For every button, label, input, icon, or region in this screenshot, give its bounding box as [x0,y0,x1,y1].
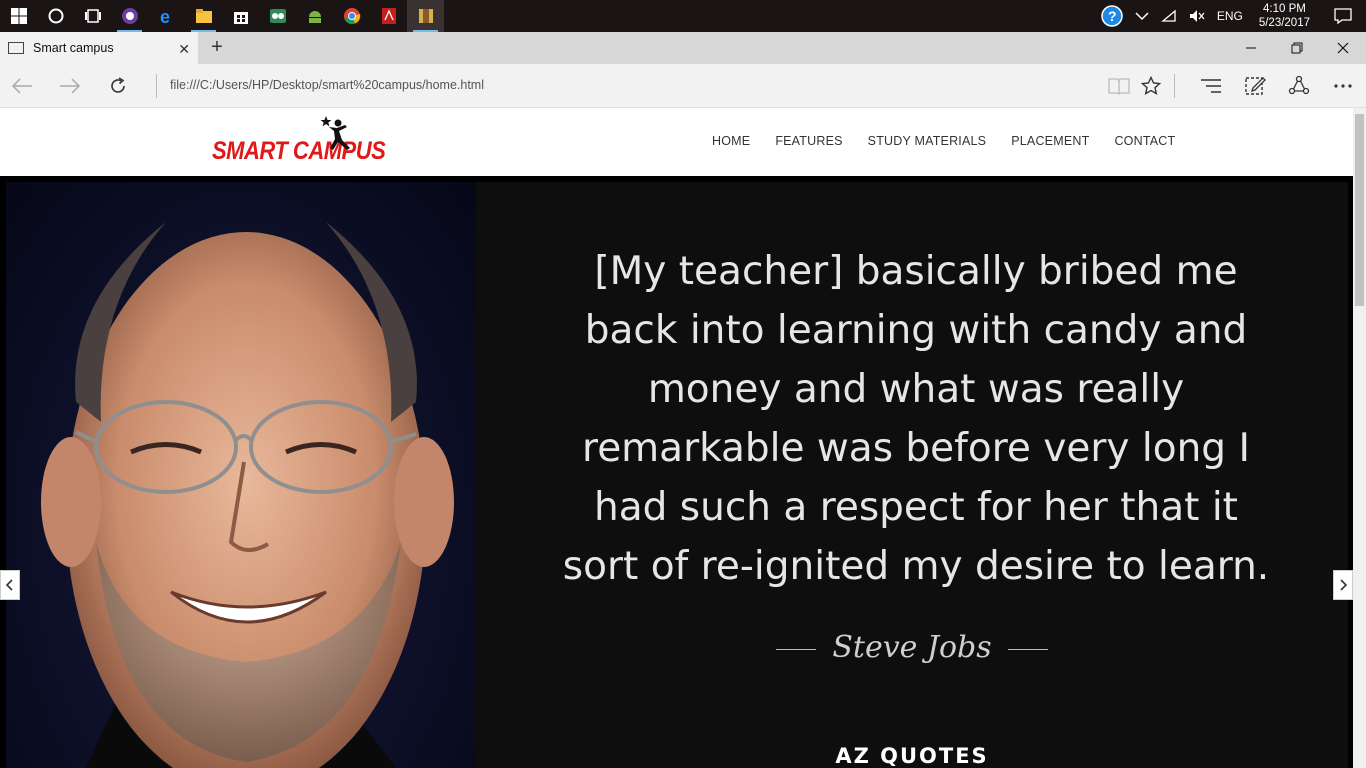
separator [1174,74,1175,98]
portrait-image [6,182,476,768]
share-icon[interactable] [1286,74,1312,98]
quote-line: remarkable was before very long I [582,426,1250,471]
language-indicator[interactable]: ENG [1211,0,1249,32]
quote-slide: [My teacher] basically bribed me back in… [6,182,1348,768]
site-header: SMART CAMPUS HOME FEATURES STUDY MATERIA… [0,108,1353,176]
menu-study-materials[interactable]: STUDY MATERIALS [868,134,987,148]
chevron-up-icon[interactable] [1129,0,1155,32]
chrome-icon[interactable] [333,0,370,32]
quote-author: Steve Jobs [476,630,1348,665]
file-explorer-icon[interactable] [185,0,222,32]
forward-icon[interactable] [58,74,82,98]
svg-text:?: ? [1108,8,1117,24]
logo-figure-icon [320,116,350,150]
svg-text:e: e [160,7,170,25]
favorite-star-icon[interactable] [1138,74,1164,98]
quote-line: money and what was really [647,367,1185,412]
help-icon[interactable]: ? [1095,0,1129,32]
close-window-button[interactable] [1320,32,1366,64]
portrait-illustration [41,222,454,768]
author-name: Steve Jobs [832,630,992,665]
tab-title: Smart campus [33,41,114,55]
refresh-icon[interactable] [106,74,130,98]
acrobat-icon[interactable] [370,0,407,32]
winrar-icon[interactable] [407,0,444,32]
hub-icon[interactable] [1198,74,1224,98]
tab-smart-campus[interactable]: Smart campus ✕ [0,32,198,64]
hero-slider: [My teacher] basically bribed me back in… [0,176,1353,768]
action-center-icon[interactable] [1320,0,1366,32]
system-tray: ? ENG 4:10 PM 5/23/2017 [1095,0,1366,32]
clock-time: 4:10 PM [1263,3,1306,15]
quote-line: had such a respect for her that it [594,485,1238,530]
reading-view-icon[interactable] [1106,74,1132,98]
android-icon[interactable] [296,0,333,32]
slider-prev-button[interactable] [0,570,20,600]
address-bar: file:///C:/Users/HP/Desktop/smart%20camp… [0,64,1366,108]
minimize-button[interactable] [1228,32,1274,64]
volume-muted-icon[interactable] [1183,0,1211,32]
menu-contact[interactable]: CONTACT [1114,134,1175,148]
site-logo[interactable]: SMART CAMPUS [212,114,386,170]
menu-features[interactable]: FEATURES [775,134,842,148]
main-menu: HOME FEATURES STUDY MATERIALS PLACEMENT … [712,134,1200,148]
divider [1007,648,1048,650]
windows-start-icon[interactable] [0,0,37,32]
taskbar: e ? ENG 4:10 PM 5/23/2017 [0,0,1366,32]
close-tab-icon[interactable]: ✕ [178,41,190,58]
url-field[interactable]: file:///C:/Users/HP/Desktop/smart%20camp… [170,78,484,92]
new-tab-button[interactable]: + [206,36,228,58]
web-page: SMART CAMPUS HOME FEATURES STUDY MATERIA… [0,108,1366,768]
slider-next-button[interactable] [1333,570,1353,600]
browser-tab-bar: Smart campus ✕ + [0,32,1366,64]
quote-line: sort of re-ignited my desire to learn. [562,544,1270,589]
task-view-icon[interactable] [74,0,111,32]
more-icon[interactable] [1330,74,1356,98]
quote-line: [My teacher] basically bribed me [594,249,1238,294]
back-icon[interactable] [10,74,34,98]
page-icon [8,42,24,54]
quote-text: [My teacher] basically bribed me back in… [516,242,1316,596]
page-scrollbar[interactable] [1353,108,1366,768]
store-icon[interactable] [222,0,259,32]
wifi-icon[interactable] [1155,0,1183,32]
logo-text: SMART CAMPUS [212,136,386,165]
purple-app-icon[interactable] [111,0,148,32]
clock-date: 5/23/2017 [1258,17,1310,29]
menu-placement[interactable]: PLACEMENT [1011,134,1089,148]
tripadvisor-icon[interactable] [259,0,296,32]
restore-button[interactable] [1274,32,1320,64]
quote-panel: [My teacher] basically bribed me back in… [476,182,1348,768]
quote-line: back into learning with candy and [584,308,1248,353]
edge-icon[interactable]: e [148,0,185,32]
scrollbar-thumb[interactable] [1355,114,1364,306]
web-note-icon[interactable] [1242,74,1268,98]
divider [776,648,817,650]
azquotes-logo: AZ QUOTES [835,744,989,768]
search-cortana-icon[interactable] [37,0,74,32]
menu-home[interactable]: HOME [712,134,750,148]
clock[interactable]: 4:10 PM 5/23/2017 [1249,2,1320,30]
separator [156,74,157,98]
